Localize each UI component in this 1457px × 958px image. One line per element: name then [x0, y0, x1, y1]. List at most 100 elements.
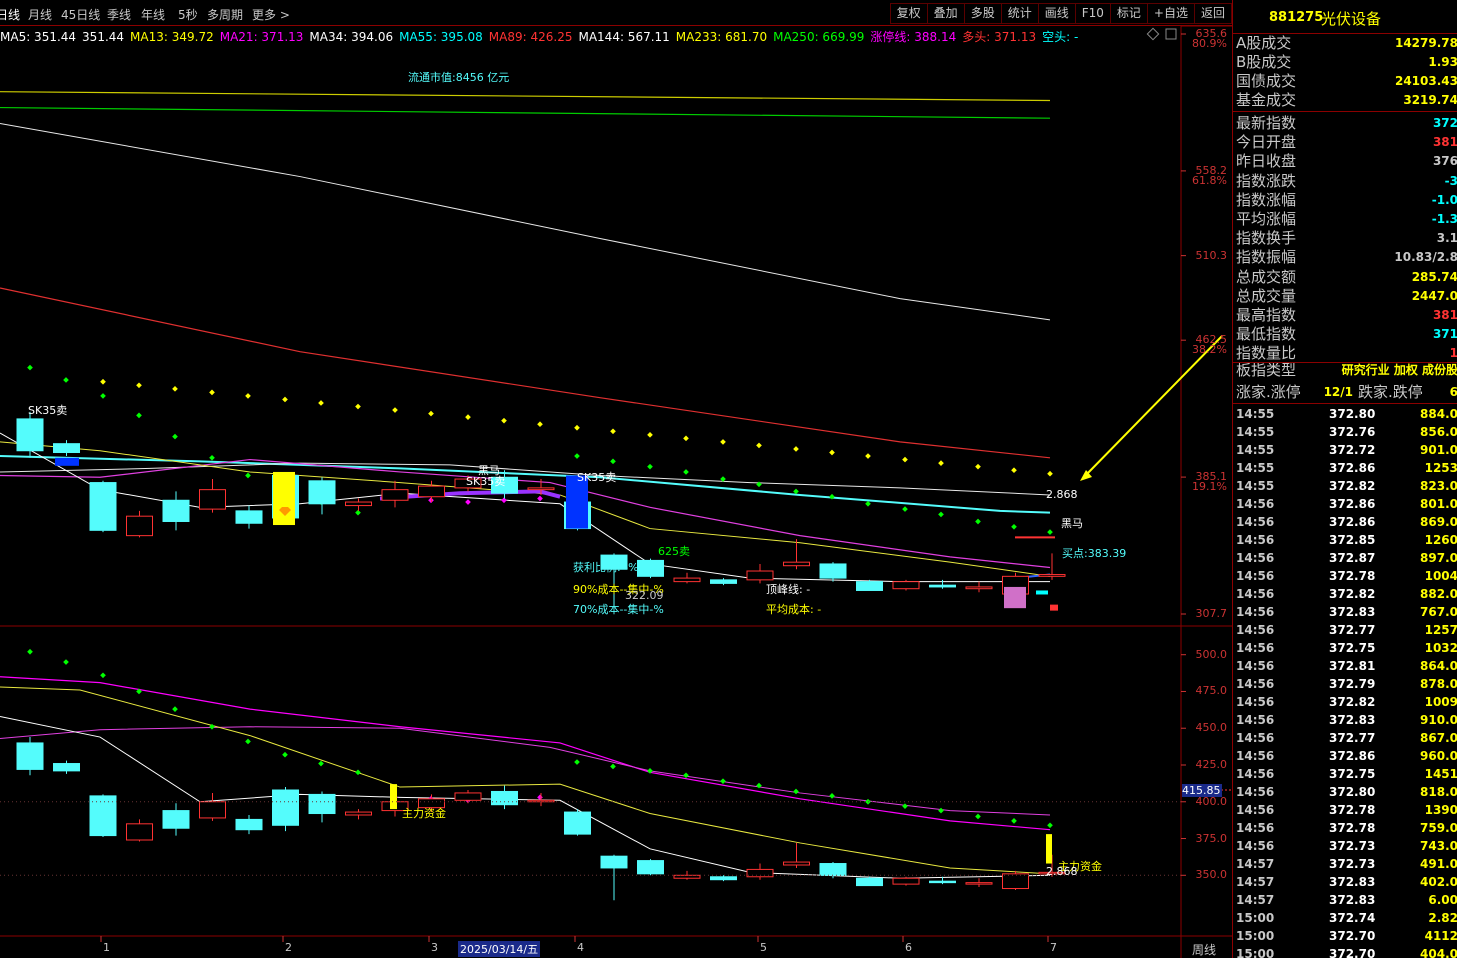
tick-row: 14:56 372.86 801.0 — [1233, 495, 1457, 513]
sar-dot — [318, 400, 324, 406]
index-stat-value: 381 — [1432, 135, 1457, 150]
tick-volume: 867.0 — [1420, 731, 1457, 745]
sar-dot — [902, 506, 908, 512]
tick-volume: 878.0 — [1420, 677, 1457, 691]
index-stat-row: 平均涨幅 -1.3 — [1233, 210, 1457, 229]
low-price-label: 322.09 — [625, 589, 664, 602]
tick-row: 14:56 372.81 864.0 — [1233, 657, 1457, 675]
tool-button-overlay[interactable]: 叠加 — [926, 3, 965, 24]
index-stat-row: 总成交量 2447.0 — [1233, 287, 1457, 306]
sar-dot — [63, 377, 69, 383]
period-tab-more[interactable]: 更多 > — [252, 6, 290, 23]
index-stat-value: 381 — [1432, 308, 1457, 322]
profit-ratio-label: 获利比例: -% — [573, 561, 639, 574]
time-axis-label: 3 — [431, 941, 438, 954]
sar-dot — [975, 463, 981, 470]
sar-dot — [975, 518, 981, 525]
x-axis-period[interactable]: 周线 — [1192, 941, 1216, 958]
time-axis-label: 6 — [905, 941, 912, 954]
period-tab-monthly[interactable]: 月线 — [28, 6, 52, 23]
candle-body — [746, 570, 774, 581]
sar-dot — [172, 433, 178, 440]
sar-dot — [537, 794, 543, 801]
peak-line-label: 顶峰线: - — [766, 583, 811, 596]
candle-body — [856, 581, 883, 591]
sar-dot — [683, 469, 689, 475]
tick-time: 14:55 — [1236, 461, 1275, 475]
period-tab-5sec[interactable]: 5秒 — [178, 6, 198, 23]
sar-dot — [793, 488, 799, 495]
tick-time: 14:55 — [1236, 407, 1275, 421]
tick-volume: 960.0 — [1420, 749, 1457, 763]
index-code[interactable]: 881275 — [1269, 10, 1323, 25]
tool-button-draw[interactable]: 画线 — [1037, 3, 1076, 24]
value-label: 2.868 — [1046, 488, 1078, 501]
fall-label: 跌家.跌停 — [1358, 383, 1423, 401]
ma13-line — [0, 441, 1051, 577]
sar-dot — [574, 453, 580, 459]
sar-dot — [720, 439, 726, 445]
candle-body — [162, 810, 190, 829]
index-stat-label: 平均涨幅 — [1236, 210, 1297, 228]
tick-row: 14:56 372.75 1032 — [1233, 639, 1457, 657]
tick-volume: 491.0 — [1420, 857, 1457, 871]
tick-volume: 2.82 — [1428, 911, 1457, 925]
tick-row: 14:56 372.79 878.0 — [1233, 675, 1457, 693]
candle-body — [199, 801, 226, 819]
period-tab-daily[interactable]: 日线 — [0, 6, 20, 23]
tick-time: 14:56 — [1236, 731, 1275, 745]
tick-price: 372.80 — [1329, 785, 1376, 799]
tick-time: 14:56 — [1236, 821, 1275, 835]
candle-body — [235, 510, 263, 524]
lower-current-price: 415.85 — [1182, 784, 1222, 797]
sar-dot — [938, 460, 944, 466]
sar-dot — [100, 393, 106, 399]
sar-dot — [1047, 822, 1053, 829]
tick-volume: 901.0 — [1420, 443, 1457, 457]
candle-body — [53, 763, 80, 772]
tool-button-mark[interactable]: 标记 — [1109, 3, 1148, 24]
lower-axis-tick: 475.0 — [1195, 684, 1228, 698]
candle-body — [345, 811, 372, 816]
tick-price: 372.79 — [1329, 677, 1376, 691]
sar-dot — [683, 772, 689, 779]
index-stat-row: 指数振幅 10.83/2.8 — [1233, 248, 1457, 267]
tick-volume: 1253 — [1424, 461, 1457, 475]
period-tab-yearly[interactable]: 年线 — [141, 6, 165, 23]
tick-volume: 823.0 — [1420, 479, 1457, 493]
tool-button-f10[interactable]: F10 — [1074, 3, 1111, 24]
tool-button-multistock[interactable]: 多股 — [963, 3, 1002, 24]
sar-dot — [1047, 529, 1053, 535]
quote-sidebar: 881275 光伏设备 A股成交 14279.78 B股成交 1.93 国债成交 2410… — [1232, 0, 1457, 958]
tick-volume: 818.0 — [1420, 785, 1457, 799]
tick-price: 372.86 — [1329, 515, 1376, 529]
candle-body — [308, 793, 336, 815]
tick-volume: 402.0 — [1420, 875, 1457, 889]
index-name[interactable]: 光伏设备 — [1321, 8, 1381, 29]
tick-price: 372.81 — [1329, 659, 1376, 673]
board-type-value[interactable]: 研究行业 加权 成份股 — [1342, 361, 1457, 380]
candle-body — [710, 876, 737, 881]
sar-dot — [537, 421, 543, 428]
tool-button-back[interactable]: 返回 — [1193, 3, 1232, 24]
period-tab-45day[interactable]: 45日线 — [61, 6, 100, 23]
sar-dot — [209, 389, 215, 396]
arrow-icon — [1084, 335, 1223, 477]
tick-row: 14:56 372.86 869.0 — [1233, 513, 1457, 531]
tick-price: 372.85 — [1329, 533, 1376, 547]
rise-label: 涨家.涨停 — [1236, 383, 1301, 401]
tick-price: 372.82 — [1329, 587, 1376, 601]
period-tab-quarterly[interactable]: 季线 — [107, 6, 131, 23]
board-type-label: 板指类型 — [1236, 361, 1297, 379]
tick-time: 14:56 — [1236, 533, 1275, 547]
upper-axis-pct: 61.8% — [1192, 173, 1227, 187]
sar-dot — [1011, 818, 1017, 824]
period-tab-multi[interactable]: 多周期 — [207, 6, 243, 23]
tool-button-stats[interactable]: 统计 — [1000, 3, 1039, 24]
board-type-row: 板指类型 研究行业 加权 成份股 — [1233, 361, 1457, 380]
candle-body — [783, 861, 810, 866]
tool-button-adjust[interactable]: 复权 — [889, 3, 928, 24]
stat-value: 3219.74 — [1403, 93, 1457, 107]
index-stat-value: 3.1 — [1436, 231, 1457, 246]
tool-button-add-watchlist[interactable]: +自选 — [1146, 3, 1195, 24]
